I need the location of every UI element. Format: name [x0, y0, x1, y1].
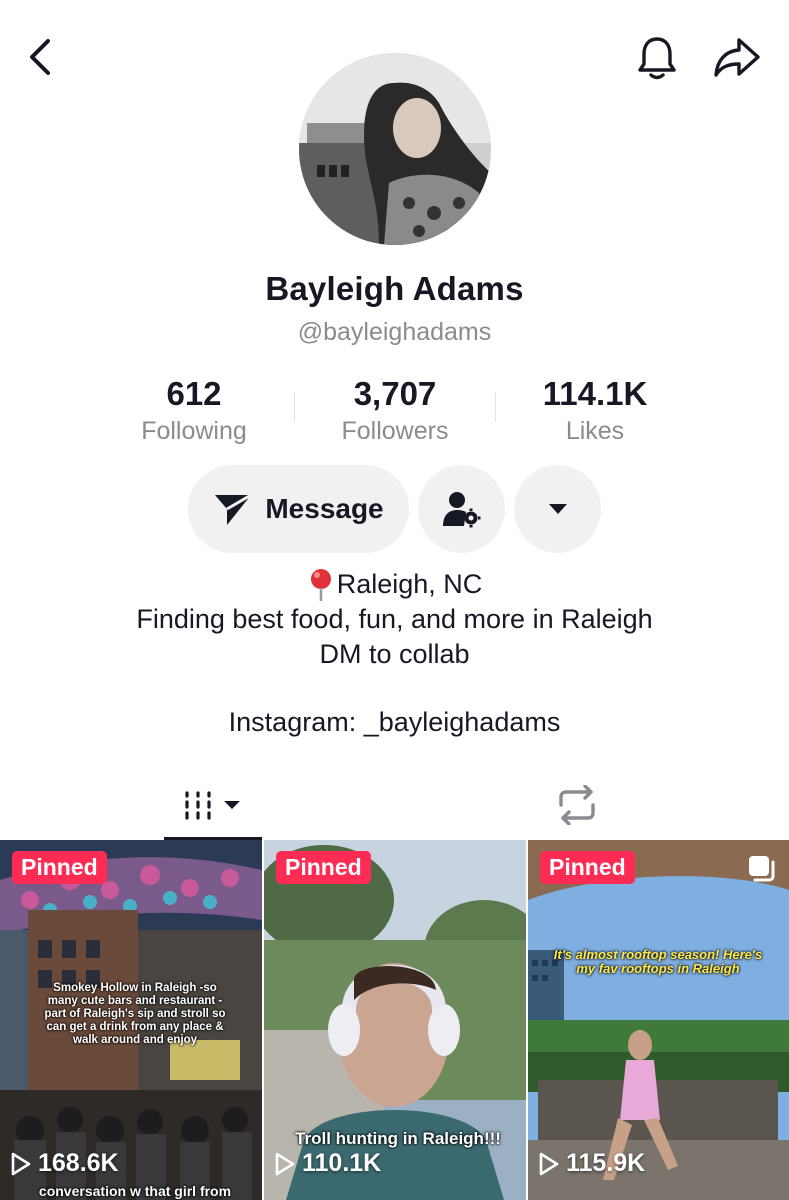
profile-stats: 612 Following 3,707 Followers 114.1K Lik… [0, 372, 789, 452]
message-button-label: Message [265, 493, 384, 524]
view-count: 110.1K [274, 1149, 381, 1178]
send-icon [215, 493, 253, 525]
view-count-text: 115.9K [566, 1149, 646, 1177]
back-button[interactable] [18, 34, 64, 80]
bio-instagram: Instagram: _bayleighadams [228, 707, 561, 737]
username: @bayleighadams [297, 318, 492, 346]
bio-location: Raleigh, NC [307, 567, 483, 602]
stat-value: 3,707 [353, 375, 437, 412]
bio-line: DM to collab [319, 639, 470, 669]
person-settings-icon [442, 492, 480, 528]
video-caption: Troll hunting in Raleigh!!! [295, 1129, 501, 1148]
friend-settings-button[interactable] [418, 465, 505, 553]
play-icon [539, 1152, 559, 1175]
stat-value: 114.1K [542, 375, 648, 412]
video-caption-bottom: conversation w that girl from [38, 1183, 232, 1199]
video-thumbnail [528, 840, 789, 1200]
stat-label: Likes [565, 417, 625, 445]
chevron-left-icon [30, 39, 50, 75]
stat-likes[interactable]: 114.1K Likes [495, 372, 695, 446]
bio-location-text: Raleigh, NC [336, 569, 483, 599]
repost-icon [559, 785, 595, 825]
play-icon [275, 1152, 295, 1175]
multi-photo-icon [749, 856, 775, 882]
stat-label: Followers [341, 417, 449, 445]
profile-bio: Raleigh, NC Finding best food, fun, and … [0, 567, 789, 740]
stat-value: 612 [166, 375, 222, 412]
view-count-text: 110.1K [302, 1149, 382, 1177]
video-tile[interactable]: Pinned It's almost rooftop season! Here'… [528, 840, 789, 1200]
message-button[interactable]: Message [188, 465, 409, 553]
stat-label: Following [141, 417, 247, 445]
view-count: 168.6K [10, 1149, 119, 1178]
more-options-button[interactable] [514, 465, 601, 553]
tab-reposts[interactable] [528, 770, 626, 840]
pinned-badge: Pinned [540, 851, 635, 884]
video-tile[interactable]: Pinned Troll hunting in Raleigh!!! 110.1… [264, 840, 526, 1200]
bio-line: Finding best food, fun, and more in Rale… [136, 604, 653, 634]
profile-avatar[interactable] [299, 53, 491, 245]
stat-divider [495, 392, 496, 422]
share-arrow-icon [714, 38, 760, 77]
bell-icon [638, 37, 676, 80]
view-count: 115.9K [538, 1149, 645, 1178]
play-icon [11, 1152, 31, 1175]
profile-actions: Message [0, 465, 789, 553]
videos-grid-icon [185, 791, 240, 820]
map-pin-icon [310, 568, 331, 601]
pinned-badge: Pinned [276, 851, 371, 884]
display-name: Bayleigh Adams [265, 270, 524, 307]
video-caption: Smokey Hollow in Raleigh -so many cute b… [44, 982, 226, 1046]
tab-videos[interactable] [164, 770, 262, 840]
stat-followers[interactable]: 3,707 Followers [295, 372, 495, 446]
avatar-photo [299, 53, 491, 245]
stat-divider [294, 392, 295, 422]
notifications-button[interactable] [632, 32, 682, 84]
video-tile[interactable]: Pinned Smokey Hollow in Raleigh -so many… [0, 840, 262, 1200]
stat-following[interactable]: 612 Following [94, 372, 294, 446]
profile-tabs [0, 770, 789, 840]
pinned-badge: Pinned [12, 851, 107, 884]
caret-down-icon [548, 504, 567, 514]
video-caption: It's almost rooftop season! Here's my fa… [553, 947, 763, 976]
view-count-text: 168.6K [38, 1149, 119, 1177]
bio-spacer [0, 672, 789, 705]
share-button[interactable] [710, 32, 764, 84]
video-grid: Pinned Smokey Hollow in Raleigh -so many… [0, 840, 789, 1200]
